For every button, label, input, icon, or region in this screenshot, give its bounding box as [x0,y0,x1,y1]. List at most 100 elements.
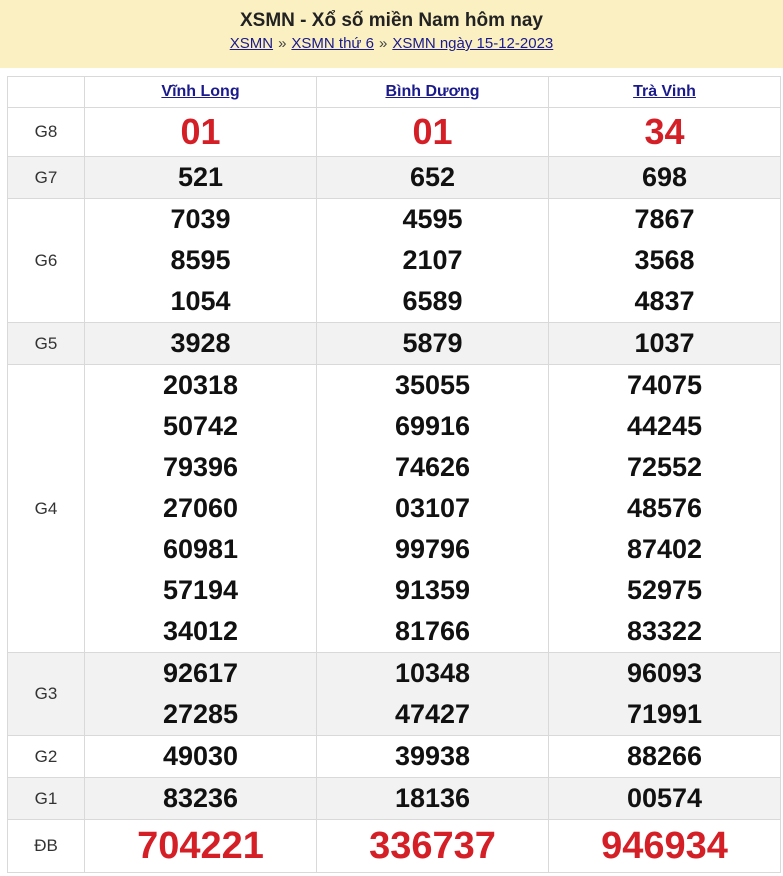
winning-number: 4837 [634,286,695,316]
winning-number: 81766 [394,616,471,646]
prize-cell: 7039 8595 1054 [84,198,317,323]
prize-cell: 3928 [84,322,317,365]
winning-number: 74626 [394,452,471,482]
prize-cell: 1037 [548,322,781,365]
prize-cell: 5879 [316,322,549,365]
prize-cell: 00574 [548,777,781,820]
winning-number: 1037 [634,328,695,358]
winning-number: 7039 [170,204,231,234]
prize-cell: 4595 2107 6589 [316,198,549,323]
breadcrumb-link-xsmn-thu-6[interactable]: XSMN thứ 6 [291,35,374,52]
winning-number: 4595 [402,204,463,234]
prize-row-db: ĐB 704221 336737 946934 [7,819,781,873]
prize-cell: 704221 [84,819,317,873]
winning-number: 47427 [394,699,471,729]
prize-cell: 18136 [316,777,549,820]
prize-cell: 20318 50742 79396 27060 60981 57194 34012 [84,364,317,653]
prize-cell: 7867 3568 4837 [548,198,781,323]
table-header-row: Vĩnh Long Bình Dương Trà Vinh [7,76,781,108]
prize-cell: 10348 47427 [316,652,549,736]
breadcrumb-link-xsmn[interactable]: XSMN [230,35,273,52]
prize-cell: 34 [548,107,781,157]
prize-cell: 521 [84,156,317,199]
winning-number: 88266 [626,741,703,771]
winning-number: 7867 [634,204,695,234]
prize-cell: 74075 44245 72552 48576 87402 52975 83322 [548,364,781,653]
prize-row-g1: G1 83236 18136 00574 [7,777,781,820]
winning-number: 44245 [626,411,703,441]
prize-cell: 946934 [548,819,781,873]
province-link-tra-vinh[interactable]: Trà Vinh [633,83,696,100]
prize-cell: 88266 [548,735,781,778]
prize-label: G3 [7,652,85,736]
winning-number: 01 [412,111,453,152]
prize-label: G5 [7,322,85,365]
winning-number: 48576 [626,493,703,523]
prize-label: ĐB [7,819,85,873]
winning-number: 69916 [394,411,471,441]
prize-cell: 49030 [84,735,317,778]
prize-row-g2: G2 49030 39938 88266 [7,735,781,778]
winning-number: 52975 [626,575,703,605]
province-link-vinh-long[interactable]: Vĩnh Long [161,83,239,100]
winning-number: 8595 [170,245,231,275]
winning-number: 2107 [402,245,463,275]
winning-number: 336737 [369,825,496,867]
prize-label: G1 [7,777,85,820]
winning-number: 83322 [626,616,703,646]
results-table: Vĩnh Long Bình Dương Trà Vinh G8 01 01 34 G7… [7,76,781,873]
winning-number: 39938 [394,741,471,771]
prize-cell: 336737 [316,819,549,873]
winning-number: 01 [180,111,221,152]
prize-label: G8 [7,107,85,157]
winning-number: 35055 [394,370,471,400]
winning-number: 57194 [162,575,239,605]
winning-number: 34 [644,111,685,152]
winning-number: 99796 [394,534,471,564]
breadcrumb-link-date[interactable]: XSMN ngày 15-12-2023 [392,35,553,52]
winning-number: 6589 [402,286,463,316]
prize-column-header [7,76,85,108]
prize-row-g3: G3 92617 27285 10348 47427 96093 71991 [7,652,781,736]
winning-number: 83236 [162,783,239,813]
winning-number: 92617 [162,658,239,688]
prize-cell: 698 [548,156,781,199]
winning-number: 00574 [626,783,703,813]
winning-number: 49030 [162,741,239,771]
winning-number: 946934 [601,825,728,867]
winning-number: 704221 [137,825,264,867]
breadcrumb: XSMN» XSMN thứ 6» XSMN ngày 15-12-2023 [0,34,783,54]
winning-number: 03107 [394,493,471,523]
winning-number: 96093 [626,658,703,688]
prize-cell: 83236 [84,777,317,820]
prize-label: G7 [7,156,85,199]
page-header: XSMN - Xổ số miền Nam hôm nay XSMN» XSMN … [0,0,783,68]
prize-label: G2 [7,735,85,778]
winning-number: 91359 [394,575,471,605]
winning-number: 18136 [394,783,471,813]
winning-number: 74075 [626,370,703,400]
prize-label: G4 [7,364,85,653]
prize-cell: 35055 69916 74626 03107 99796 91359 81766 [316,364,549,653]
winning-number: 72552 [626,452,703,482]
winning-number: 79396 [162,452,239,482]
winning-number: 87402 [626,534,703,564]
winning-number: 50742 [162,411,239,441]
prize-row-g6: G6 7039 8595 1054 4595 2107 6589 7867 3568 4837 [7,198,781,323]
prize-cell: 92617 27285 [84,652,317,736]
winning-number: 1054 [170,286,231,316]
prize-row-g7: G7 521 652 698 [7,156,781,199]
province-link-binh-duong[interactable]: Bình Dương [385,83,479,100]
prize-cell: 01 [316,107,549,157]
prize-cell: 39938 [316,735,549,778]
breadcrumb-separator: » [378,35,388,52]
winning-number: 652 [409,162,456,192]
prize-row-g8: G8 01 01 34 [7,107,781,157]
winning-number: 20318 [162,370,239,400]
prize-row-g4: G4 20318 50742 79396 27060 60981 57194 34012 350… [7,364,781,653]
winning-number: 60981 [162,534,239,564]
prize-cell: 652 [316,156,549,199]
winning-number: 10348 [394,658,471,688]
winning-number: 3568 [634,245,695,275]
winning-number: 27060 [162,493,239,523]
